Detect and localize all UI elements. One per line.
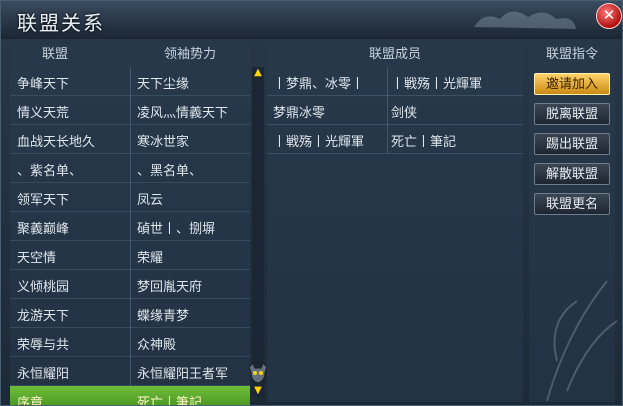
members-list: 丨梦鼎、冰零丨 丨戦殇丨光輝軍 梦鼎冰零 剑侠 丨戦殇丨光輝軍 死亡丨筆記 bbox=[267, 67, 523, 154]
alliance-row[interactable]: 聚義巅峰 碵世丨、捌塀 bbox=[10, 212, 250, 241]
leader-name: 凌风灬情義天下 bbox=[137, 106, 229, 121]
alliance-row[interactable]: 争峰天下 天下尘缘 bbox=[10, 67, 250, 96]
alliance-name: 争峰天下 bbox=[17, 77, 70, 92]
alliance-name: 龙游天下 bbox=[17, 309, 70, 324]
invite-button[interactable]: 邀请加入 bbox=[534, 73, 610, 95]
skull-mascot-icon bbox=[248, 362, 268, 384]
list-scrollbar[interactable]: ▲ ▼ bbox=[252, 67, 264, 397]
alliance-row[interactable]: 、紫名单、 、黑名单、 bbox=[10, 154, 250, 183]
alliance-name: 聚義巅峰 bbox=[17, 222, 70, 237]
close-icon[interactable]: ✕ bbox=[596, 3, 622, 29]
members-row[interactable]: 丨戦殇丨光輝軍 死亡丨筆記 bbox=[267, 125, 523, 154]
arrow-down-icon[interactable]: ▼ bbox=[252, 385, 264, 397]
alliance-row[interactable]: 龙游天下 蝶缘青梦 bbox=[10, 299, 250, 328]
header-alliance: 联盟 bbox=[41, 47, 68, 62]
header-leader: 领袖势力 bbox=[163, 47, 216, 62]
alliance-row[interactable]: 天空情 荣耀 bbox=[10, 241, 250, 270]
leader-name: 蝶缘青梦 bbox=[137, 309, 190, 324]
window-title: 联盟关系 bbox=[17, 11, 105, 35]
alliance-name: 天空情 bbox=[17, 251, 57, 266]
alliance-list: 争峰天下 天下尘缘 情义天荒 凌风灬情義天下 血战天长地久 寒冰世家 、紫名单、 、黑名… bbox=[10, 67, 250, 406]
alliance-row[interactable]: 情义天荒 凌风灬情義天下 bbox=[10, 96, 250, 125]
member-name: 死亡丨筆記 bbox=[391, 135, 457, 150]
alliance-row[interactable]: 领军天下 凤云 bbox=[10, 183, 250, 212]
leader-name: 荣耀 bbox=[137, 251, 164, 266]
member-name: 丨戦殇丨光輝軍 bbox=[273, 135, 365, 150]
alliance-row[interactable]: 荣辱与共 众神殿 bbox=[10, 328, 250, 357]
leave-alliance-button[interactable]: 脱离联盟 bbox=[534, 103, 610, 125]
alliance-row[interactable]: 义倾桃园 梦回胤天府 bbox=[10, 270, 250, 299]
leader-name: 梦回胤天府 bbox=[137, 280, 203, 295]
leader-name: 死亡丨筆記 bbox=[137, 396, 203, 406]
leader-name: 凤云 bbox=[137, 193, 164, 208]
leader-name: 寒冰世家 bbox=[137, 135, 190, 150]
member-name: 梦鼎冰零 bbox=[273, 106, 326, 121]
leader-name: 众神殿 bbox=[137, 338, 177, 353]
rename-alliance-button[interactable]: 联盟更名 bbox=[534, 193, 610, 215]
leader-name: 、黑名单、 bbox=[137, 164, 203, 179]
cloud-decoration-icon bbox=[474, 11, 576, 29]
alliance-row-selected[interactable]: 序章 死亡丨筆記 bbox=[10, 386, 250, 406]
header-commands: 联盟指令 bbox=[545, 47, 598, 62]
leader-name: 碵世丨、捌塀 bbox=[137, 222, 216, 237]
plant-decoration-icon bbox=[546, 280, 618, 401]
member-name: 剑侠 bbox=[391, 106, 418, 121]
alliance-name: 领军天下 bbox=[17, 193, 70, 208]
member-name: 丨戦殇丨光輝軍 bbox=[391, 77, 483, 92]
members-row[interactable]: 梦鼎冰零 剑侠 bbox=[267, 96, 523, 125]
alliance-name: 情义天荒 bbox=[17, 106, 70, 121]
alliance-relations-window: 联盟关系 ✕ 联盟 领袖势力 争峰天下 天下尘缘 情义天荒 凌风灬情義天下 血战天长… bbox=[0, 0, 623, 406]
kick-member-button[interactable]: 踢出联盟 bbox=[534, 133, 610, 155]
alliance-row[interactable]: 血战天长地久 寒冰世家 bbox=[10, 125, 250, 154]
alliance-row[interactable]: 永恒耀阳 永恒耀阳王者军 bbox=[10, 357, 250, 386]
alliance-name: 永恒耀阳 bbox=[17, 367, 70, 382]
alliance-name: 、紫名单、 bbox=[17, 164, 83, 179]
leader-name: 天下尘缘 bbox=[137, 77, 190, 92]
alliance-name: 血战天长地久 bbox=[17, 135, 96, 150]
arrow-up-icon[interactable]: ▲ bbox=[252, 67, 264, 79]
title-bar[interactable]: 联盟关系 ✕ bbox=[1, 1, 622, 39]
leader-name: 永恒耀阳王者军 bbox=[137, 367, 229, 382]
alliance-name: 义倾桃园 bbox=[17, 280, 70, 295]
dissolve-alliance-button[interactable]: 解散联盟 bbox=[534, 163, 610, 185]
alliance-name: 荣辱与共 bbox=[17, 338, 70, 353]
alliance-name: 序章 bbox=[17, 396, 44, 406]
member-name: 丨梦鼎、冰零丨 bbox=[273, 77, 365, 92]
members-row[interactable]: 丨梦鼎、冰零丨 丨戦殇丨光輝軍 bbox=[267, 67, 523, 96]
header-members: 联盟成员 bbox=[368, 47, 421, 62]
